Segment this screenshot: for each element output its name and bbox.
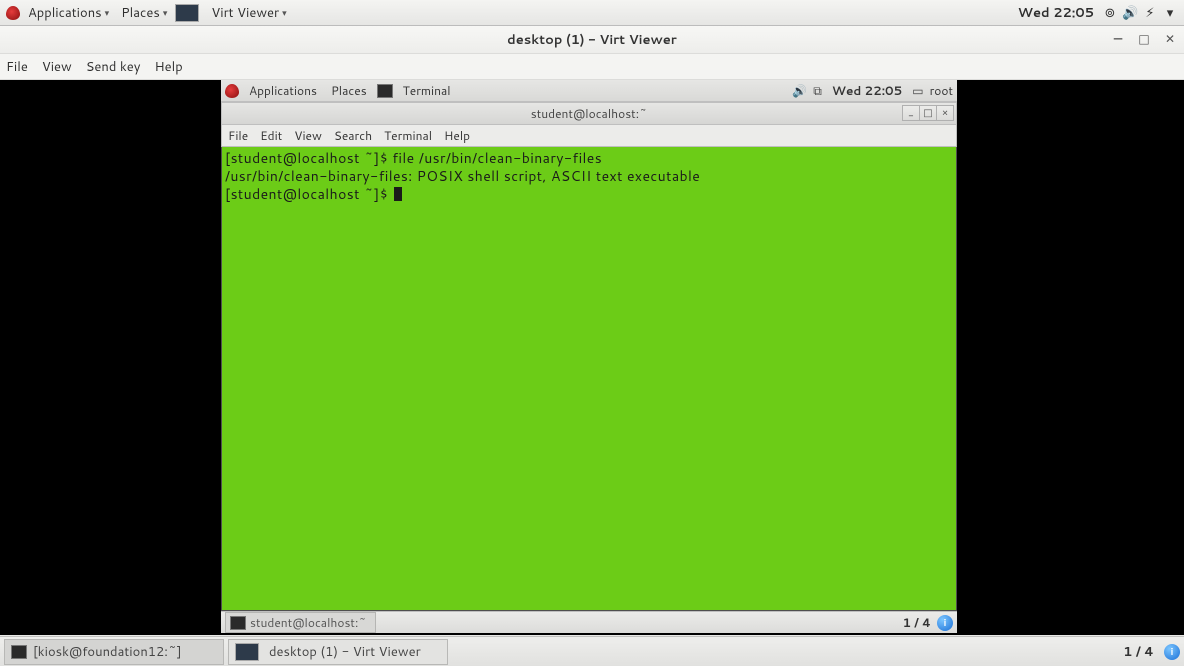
menu-help[interactable]: Help bbox=[444, 127, 470, 144]
close-button[interactable]: × bbox=[936, 105, 954, 121]
menu-view[interactable]: View bbox=[294, 127, 322, 144]
user-icon: ▭ bbox=[912, 82, 923, 99]
host-clock[interactable]: Wed 22:05 bbox=[1014, 2, 1098, 24]
terminal-app-icon bbox=[377, 84, 393, 98]
close-button[interactable]: ✕ bbox=[1162, 30, 1178, 46]
terminal-line: [student@localhost ~]$ file /usr/bin/cle… bbox=[225, 148, 602, 168]
terminal-title: student@localhost:~ bbox=[531, 105, 648, 122]
info-icon[interactable]: i bbox=[937, 615, 953, 631]
menu-file[interactable]: File bbox=[228, 127, 248, 144]
chevron-down-icon: ▾ bbox=[163, 6, 168, 19]
window-menubar: File View Send key Help bbox=[0, 54, 1184, 80]
terminal-prompt: [student@localhost ~]$ bbox=[225, 184, 392, 204]
menu-terminal[interactable]: Terminal bbox=[384, 127, 432, 144]
taskbar-item-terminal[interactable]: student@localhost:~ bbox=[225, 612, 376, 633]
terminal-titlebar: student@localhost:~ _ □ × bbox=[221, 102, 957, 125]
chevron-down-icon[interactable]: ▾ bbox=[1162, 4, 1178, 22]
host-menu-applications[interactable]: Applications▾ bbox=[24, 2, 113, 24]
maximize-button[interactable]: □ bbox=[1136, 30, 1152, 46]
workspace-indicator[interactable]: 1 / 4 bbox=[1123, 643, 1154, 661]
chevron-down-icon: ▾ bbox=[105, 6, 110, 19]
minimize-button[interactable]: _ bbox=[902, 105, 920, 121]
volume-icon[interactable]: 🔊 bbox=[1122, 4, 1138, 22]
host-menu-places[interactable]: Places▾ bbox=[117, 2, 171, 24]
guest-terminal-window: student@localhost:~ _ □ × File Edit View… bbox=[221, 102, 957, 611]
taskbar-item-label: desktop (1) - Virt Viewer bbox=[269, 643, 421, 661]
taskbar-item-label: [kiosk@foundation12:~] bbox=[33, 643, 182, 661]
network-icon[interactable]: ⧉ bbox=[813, 82, 822, 99]
terminal-output[interactable]: [student@localhost ~]$ file /usr/bin/cle… bbox=[221, 147, 957, 611]
menu-sendkey[interactable]: Send key bbox=[86, 58, 141, 76]
window-title: desktop (1) - Virt Viewer bbox=[507, 31, 677, 49]
menu-search[interactable]: Search bbox=[334, 127, 372, 144]
window-titlebar: desktop (1) - Virt Viewer — □ ✕ bbox=[0, 26, 1184, 54]
terminal-menubar: File Edit View Search Terminal Help bbox=[221, 125, 957, 147]
menu-edit[interactable]: Edit bbox=[260, 127, 282, 144]
guest-top-panel: Applications Places Terminal 🔊 ⧉ Wed 22:… bbox=[221, 80, 957, 102]
cursor-icon bbox=[394, 187, 402, 201]
host-top-panel: Applications▾ Places▾ Virt Viewer▾ Wed 2… bbox=[0, 0, 1184, 26]
redhat-icon bbox=[225, 84, 239, 98]
taskbar-item-label: student@localhost:~ bbox=[250, 614, 367, 631]
taskbar-item-kiosk-terminal[interactable]: [kiosk@foundation12:~] bbox=[4, 639, 224, 665]
menu-file[interactable]: File bbox=[6, 58, 28, 76]
guest-user-label[interactable]: root bbox=[930, 82, 953, 99]
guest-menu-applications[interactable]: Applications bbox=[245, 80, 321, 101]
maximize-button[interactable]: □ bbox=[919, 105, 937, 121]
info-icon[interactable]: i bbox=[1164, 644, 1180, 660]
terminal-app-icon bbox=[230, 616, 246, 630]
terminal-line: /usr/bin/clean-binary-files: POSIX shell… bbox=[225, 166, 700, 186]
virt-viewer-app-icon bbox=[175, 4, 199, 22]
volume-icon[interactable]: 🔊 bbox=[792, 82, 807, 99]
battery-icon[interactable]: ⚡ bbox=[1142, 4, 1158, 22]
vm-display[interactable]: Applications Places Terminal 🔊 ⧉ Wed 22:… bbox=[0, 80, 1184, 635]
guest-clock[interactable]: Wed 22:05 bbox=[828, 80, 906, 101]
terminal-app-icon bbox=[11, 645, 27, 659]
redhat-icon bbox=[6, 6, 20, 20]
wifi-icon[interactable]: ⊚ bbox=[1102, 4, 1118, 22]
host-menu-virt-viewer[interactable]: Virt Viewer▾ bbox=[207, 2, 290, 24]
chevron-down-icon: ▾ bbox=[282, 6, 287, 19]
guest-bottom-panel: student@localhost:~ 1 / 4 i bbox=[221, 611, 957, 633]
minimize-button[interactable]: — bbox=[1110, 30, 1126, 46]
menu-help[interactable]: Help bbox=[154, 58, 182, 76]
menu-view[interactable]: View bbox=[42, 58, 72, 76]
guest-menu-places[interactable]: Places bbox=[327, 80, 371, 101]
guest-menu-terminal[interactable]: Terminal bbox=[399, 80, 455, 101]
workspace-indicator[interactable]: 1 / 4 bbox=[903, 614, 931, 631]
taskbar-item-virt-viewer[interactable]: desktop (1) - Virt Viewer bbox=[228, 639, 448, 665]
virt-viewer-app-icon bbox=[235, 643, 259, 661]
host-bottom-panel: [kiosk@foundation12:~] desktop (1) - Vir… bbox=[0, 636, 1184, 666]
